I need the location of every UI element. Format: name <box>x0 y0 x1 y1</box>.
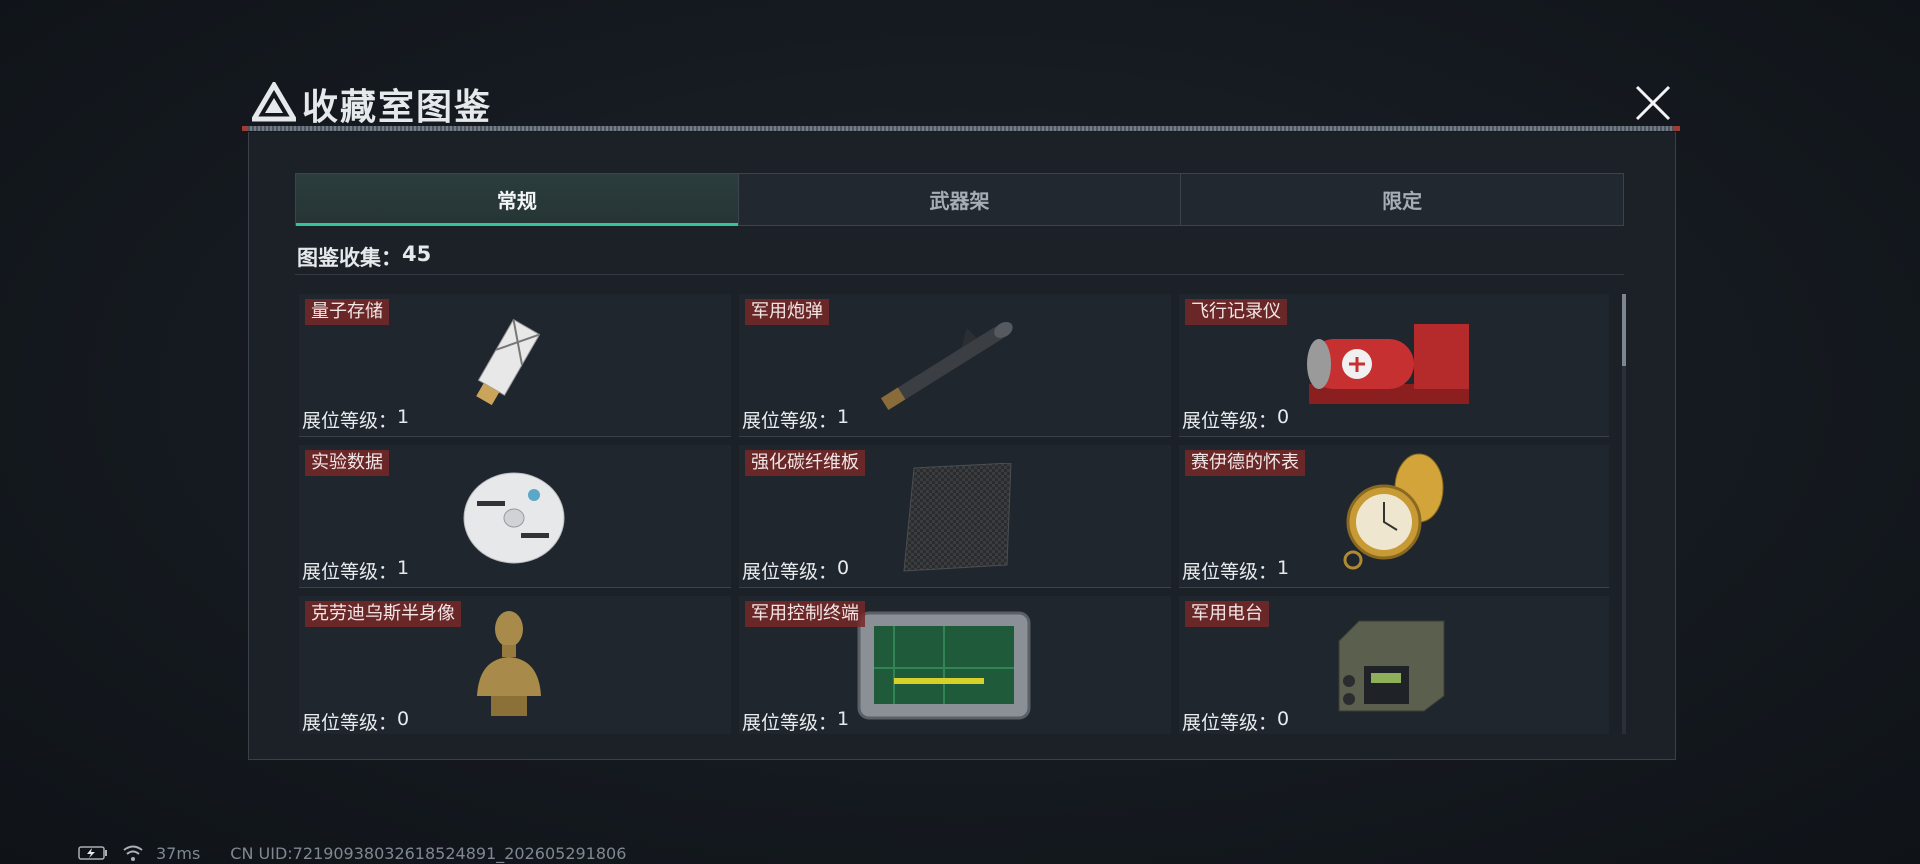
item-name: 军用控制终端 <box>745 601 865 627</box>
bust-icon <box>477 611 541 716</box>
triangle-logo-icon <box>252 82 296 122</box>
close-icon <box>1635 85 1671 121</box>
tab-weapon-rack[interactable]: 武器架 <box>737 174 1181 225</box>
tab-regular[interactable]: 常规 <box>296 174 738 226</box>
collection-count-value: 45 <box>402 242 432 266</box>
item-level: 展位等级： 0 <box>1182 406 1290 432</box>
item-name: 军用炮弹 <box>745 299 829 325</box>
item-grid: 量子存储 展位等级： 1 军用炮弹 展位等级： 1 飞行记录仪 展位等级： 0 … <box>299 294 1609 734</box>
tab-bar: 常规 武器架 限定 <box>295 173 1624 226</box>
item-level: 展位等级： 1 <box>302 406 410 432</box>
item-card[interactable]: 军用炮弹 展位等级： 1 <box>739 294 1171 437</box>
battery-icon <box>78 846 107 860</box>
item-name: 量子存储 <box>305 299 389 325</box>
item-card[interactable]: 军用电台 展位等级： 0 <box>1179 596 1609 734</box>
page-title: 收藏室图鉴 <box>302 87 493 128</box>
ping-value: 37ms <box>156 843 201 863</box>
disc-icon <box>463 472 565 564</box>
item-name: 克劳迪乌斯半身像 <box>305 601 461 627</box>
item-name: 军用电台 <box>1185 601 1269 627</box>
flight-recorder-icon <box>1307 324 1469 404</box>
item-card[interactable]: 强化碳纤维板 展位等级： 0 <box>739 445 1171 588</box>
header-divider <box>242 126 1680 131</box>
item-level: 展位等级： 1 <box>742 708 850 734</box>
item-level: 展位等级： 1 <box>1182 557 1290 583</box>
wifi-icon <box>123 845 143 861</box>
status-bar: 37ms CN UID:72190938032618524891_2026052… <box>78 842 626 864</box>
tab-limited[interactable]: 限定 <box>1180 174 1623 225</box>
item-level: 展位等级： 0 <box>302 708 410 734</box>
usb-drive-icon <box>476 318 541 406</box>
item-name: 实验数据 <box>305 450 389 476</box>
scrollbar[interactable] <box>1622 294 1626 734</box>
item-level: 展位等级： 1 <box>742 406 850 432</box>
scroll-thumb[interactable] <box>1622 294 1626 366</box>
radio-icon <box>1338 620 1445 712</box>
item-level: 展位等级： 0 <box>1182 708 1290 734</box>
item-card[interactable]: 克劳迪乌斯半身像 展位等级： 0 <box>299 596 731 734</box>
collection-count-label: 图鉴收集： <box>297 246 402 270</box>
control-terminal-icon <box>857 611 1031 720</box>
panel-header: 收藏室图鉴 <box>246 72 1676 134</box>
item-level: 展位等级： 1 <box>302 557 410 583</box>
item-level: 展位等级： 0 <box>742 557 850 583</box>
item-name: 强化碳纤维板 <box>745 450 865 476</box>
item-name: 飞行记录仪 <box>1185 299 1287 325</box>
missile-icon <box>880 321 1013 411</box>
item-card[interactable]: 实验数据 展位等级： 1 <box>299 445 731 588</box>
item-card[interactable]: 军用控制终端 展位等级： 1 <box>739 596 1171 734</box>
item-card[interactable]: 量子存储 展位等级： 1 <box>299 294 731 437</box>
item-name: 赛伊德的怀表 <box>1185 450 1305 476</box>
carbon-plate-icon <box>903 463 1012 572</box>
item-card[interactable]: 赛伊德的怀表 展位等级： 1 <box>1179 445 1609 588</box>
collection-count: 图鉴收集： 45 <box>297 242 431 272</box>
uid-text: CN UID:72190938032618524891_202605291806 <box>230 843 627 863</box>
item-card[interactable]: 飞行记录仪 展位等级： 0 <box>1179 294 1609 437</box>
close-button[interactable] <box>1630 80 1676 126</box>
section-divider <box>295 274 1624 275</box>
catalog-panel: 常规 武器架 限定 图鉴收集： 45 量子存储 展位等级： 1 军用炮弹 展位等… <box>248 132 1676 760</box>
pocket-watch-icon <box>1343 453 1444 570</box>
